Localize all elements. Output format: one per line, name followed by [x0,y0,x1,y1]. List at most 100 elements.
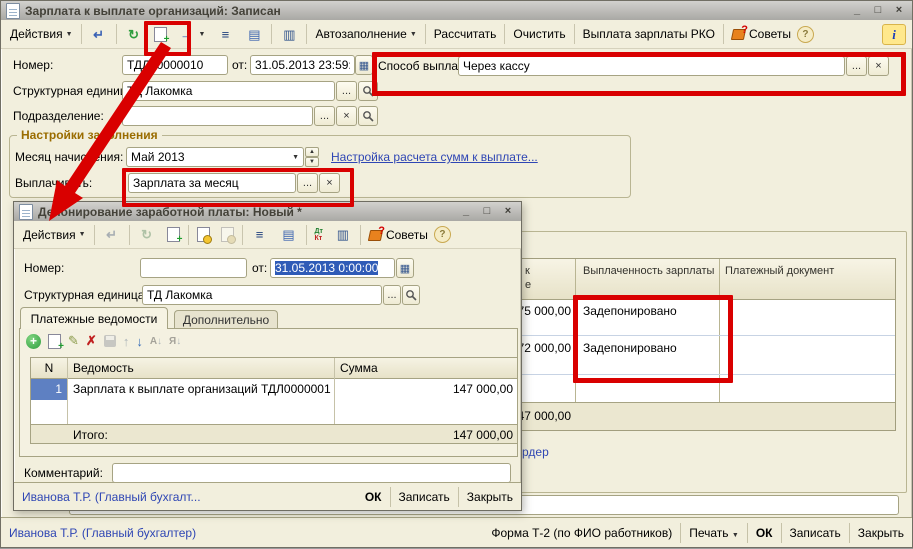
tab-pay-sheets[interactable]: Платежные ведомости [20,307,168,329]
help-icon[interactable]: ? [434,226,451,243]
minimize-button[interactable]: _ [849,4,865,18]
dialog-actions-button[interactable]: Действия ▼ [18,225,91,245]
col-sum-header[interactable]: Сумма [340,361,378,375]
cash-order-link-fragment[interactable]: рдер [522,445,549,459]
copy-row-button[interactable]: + [48,334,61,349]
chevron-down-icon: ▼ [410,31,417,38]
dialog-unit-field[interactable] [142,285,382,305]
dialog-ok-button[interactable]: ОК [365,490,382,504]
dialog-save-button[interactable]: Записать [399,490,450,504]
department-select-button[interactable]: ... [314,106,335,126]
create-based-on-button[interactable]: → ▼ [173,23,211,45]
payment-method-clear-button[interactable]: × [868,56,889,76]
pay-what-select-button[interactable]: ... [297,173,318,193]
jump-to-document-button[interactable]: ↵ [85,23,113,45]
row-paid-status[interactable]: Задепонировано [583,341,677,355]
calculate-button[interactable]: Рассчитать [429,24,502,44]
pay-what-clear-button[interactable]: × [319,173,340,193]
dialog-footer: Иванова Т.Р. (Главный бухгалт... ОК Запи… [14,482,521,510]
print-button[interactable]: Печать ▼ [689,526,739,540]
save-button[interactable]: Записать [790,526,841,540]
row-number-cell[interactable]: 1 [31,379,67,400]
payment-doc-column-header[interactable]: Платежный документ [725,265,834,277]
dialog-calendar-button[interactable]: ▦ [396,258,414,278]
dialog-close-button[interactable]: × [500,205,516,219]
calendar-button[interactable]: ▦ [355,55,373,75]
close-button[interactable]: × [891,4,907,18]
dialog-date-field[interactable]: 31.05.2013 0:00:00 [270,258,395,278]
col-sheet-header[interactable]: Ведомость [73,361,134,375]
column-settings-button[interactable]: ▤ [240,23,268,45]
dialog-number-field[interactable] [140,258,247,278]
actions-button[interactable]: Действия ▼ [5,24,78,44]
tab-additional[interactable]: Дополнительно [174,310,278,329]
copy-add-icon: + [167,227,180,242]
main-toolbar: Действия ▼ ↵ ↻ + → ▼ ≡ ▤ ▥ Автозаполнени [1,20,912,49]
dialog-tips-button[interactable]: ? Советы [364,225,433,245]
unit-field[interactable] [122,81,335,101]
autofill-button[interactable]: Автозаполнение ▼ [310,24,421,44]
col-n-header[interactable]: N [31,361,67,375]
dialog-copy-add-button[interactable]: + [162,224,185,245]
magnifier-icon [362,110,374,122]
department-clear-button[interactable]: × [336,106,357,126]
maximize-button[interactable]: □ [870,4,886,18]
delete-row-button[interactable]: ✗ [86,333,97,349]
move-down-button[interactable]: ↓ [136,334,143,349]
tips-button[interactable]: ? Советы [727,24,796,44]
dialog-post-button[interactable] [192,224,215,245]
unit-search-button[interactable] [358,81,378,101]
dialog-dtkt-button[interactable]: Дт Кт [310,225,328,245]
list-settings-button[interactable]: ≡ [211,23,239,45]
department-label: Подразделение: [13,109,104,123]
dialog-close-footer-button[interactable]: Закрыть [467,490,513,504]
add-row-button[interactable]: + [26,334,41,349]
sum-header-fragment-1: к [525,265,530,277]
pay-what-field[interactable] [128,173,296,193]
paid-status-column-header[interactable]: Выплаченность зарплаты [583,265,714,277]
accrual-month-combo[interactable]: Май 2013 ▼ [126,147,304,167]
ok-button[interactable]: ОК [756,526,773,540]
dialog-comment-field[interactable] [112,463,511,483]
responsible-user-link[interactable]: Иванова Т.Р. (Главный бухгалтер) [9,526,196,540]
number-field[interactable] [122,55,228,75]
payment-method-select-button[interactable]: ... [846,56,867,76]
dialog-unit-select-button[interactable]: ... [383,285,401,305]
dialog-responsible-user-link[interactable]: Иванова Т.Р. (Главный бухгалт... [22,490,201,504]
department-field[interactable] [122,106,313,126]
payment-method-field[interactable] [458,56,845,76]
divider [723,24,724,44]
date-field[interactable] [250,55,355,75]
row-sum-cell[interactable]: 147 000,00 [386,382,513,396]
date-from-label: от: [232,58,247,72]
month-spin-down[interactable]: ▼ [305,157,319,167]
info-button[interactable]: i [882,24,906,45]
divider [81,24,82,44]
divider [458,487,459,507]
close-window-button[interactable]: Закрыть [858,526,904,540]
unit-select-button[interactable]: ... [336,81,357,101]
department-search-button[interactable] [358,106,378,126]
dialog-maximize-button[interactable]: □ [479,205,495,219]
divider [188,225,189,245]
help-icon[interactable]: ? [797,26,814,43]
divider [116,24,117,44]
divider [306,225,307,245]
register-records-button[interactable]: ▥ [275,23,303,45]
month-spin-up[interactable]: ▲ [305,147,319,157]
rko-payment-button[interactable]: Выплата зарплаты РКО [578,24,720,44]
clear-button[interactable]: Очистить [508,24,570,44]
form-t2-button[interactable]: Форма Т-2 (по ФИО работников) [491,526,672,540]
edit-row-button[interactable]: ✎ [68,333,79,349]
copy-add-button[interactable]: + [149,24,172,45]
dialog-register-records-button[interactable]: ▥ [329,224,357,246]
dialog-list-settings-button[interactable]: ≡ [246,224,274,246]
dialog-unit-search-button[interactable] [402,285,420,305]
payout-setup-link[interactable]: Настройка расчета сумм к выплате... [331,150,538,164]
dialog-minimize-button[interactable]: _ [458,205,474,219]
refresh-button[interactable]: ↻ [120,23,148,45]
row-paid-status[interactable]: Задепонировано [583,304,677,318]
checkbox-list-icon: ▤ [280,227,298,243]
dialog-column-settings-button[interactable]: ▤ [275,224,303,246]
row-sheet-cell[interactable]: Зарплата к выплате организаций ТДЛ000000… [73,382,331,396]
